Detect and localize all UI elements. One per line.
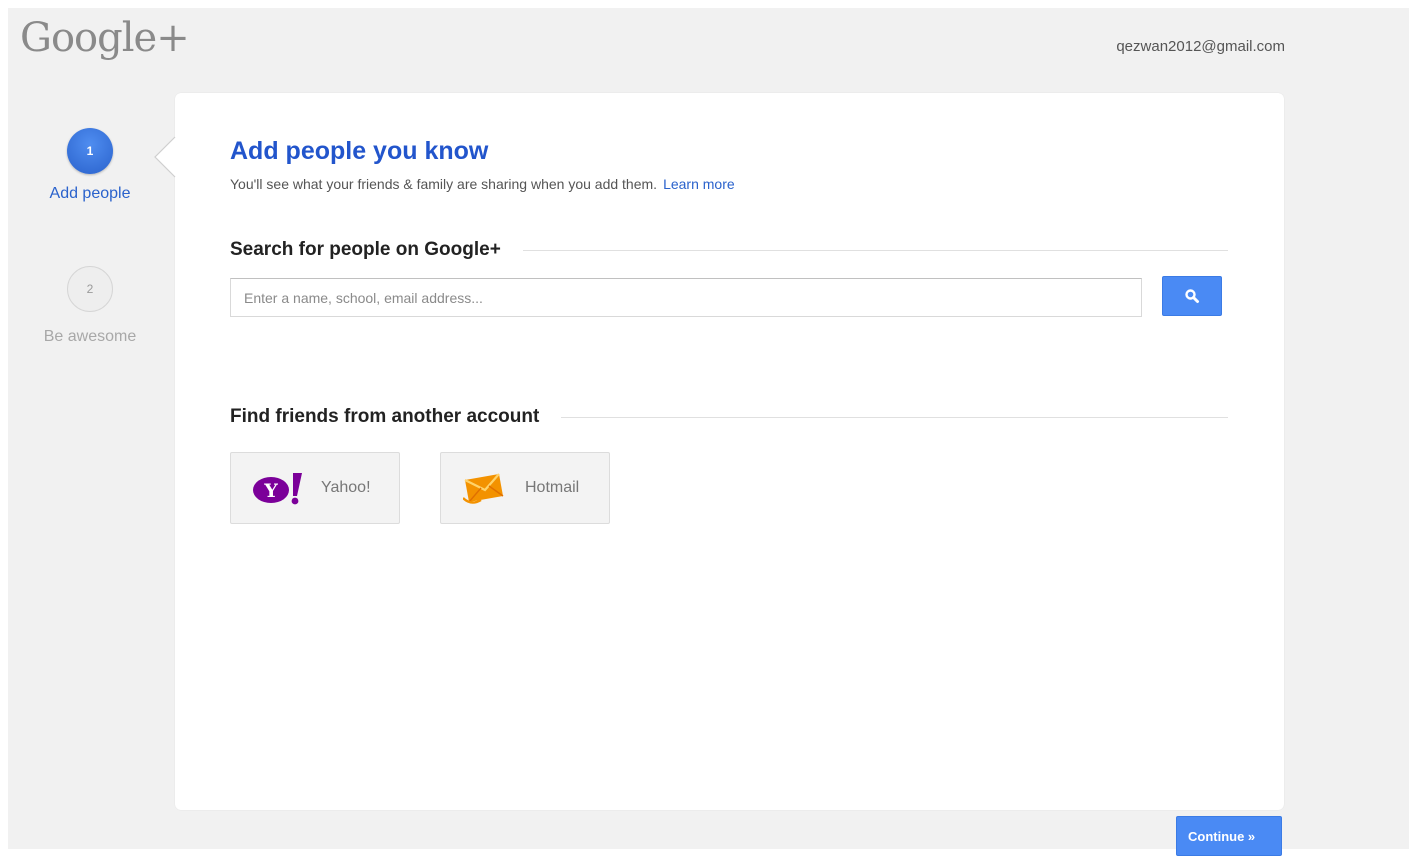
step-label: Add people (49, 185, 131, 202)
subtitle-text: You'll see what your friends & family ar… (230, 176, 658, 192)
friends-section-heading: Find friends from another account (230, 406, 1228, 428)
search-heading-text: Search for people on Google+ (230, 239, 501, 260)
people-search-input[interactable] (230, 278, 1142, 317)
heading-divider (522, 249, 1228, 251)
continue-button[interactable]: Continue » (1176, 816, 1282, 856)
step-number-badge: 2 (67, 266, 113, 312)
step-label: Be awesome (43, 328, 137, 345)
user-email[interactable]: qezwan2012@gmail.com (1116, 38, 1285, 55)
step-number-badge: 1 (67, 128, 113, 174)
search-icon (1185, 289, 1199, 303)
page-title: Add people you know (230, 137, 489, 165)
heading-divider (561, 416, 1228, 418)
step-add-people[interactable]: 1 Add people (30, 128, 150, 203)
card-pointer-arrow (154, 136, 176, 178)
page-subtitle: You'll see what your friends & family ar… (230, 176, 735, 192)
svg-text:Y: Y (263, 480, 278, 502)
step-be-awesome[interactable]: 2 Be awesome (30, 266, 150, 346)
google-plus-logo[interactable]: Google+ (20, 18, 190, 58)
hotmail-label: Hotmail (525, 479, 580, 496)
yahoo-logo-icon: Y (253, 473, 302, 505)
search-section-heading: Search for people on Google+ (230, 239, 1228, 261)
learn-more-link[interactable]: Learn more (663, 176, 735, 192)
friends-heading-text: Find friends from another account (230, 406, 540, 427)
yahoo-label: Yahoo! (321, 479, 371, 496)
hotmail-import-button[interactable]: Hotmail (440, 452, 610, 524)
main-card: Add people you know You'll see what your… (154, 93, 1284, 810)
hotmail-envelope-icon (463, 473, 504, 504)
search-button[interactable] (1162, 276, 1222, 316)
yahoo-import-button[interactable]: Y Yahoo! (230, 452, 400, 524)
